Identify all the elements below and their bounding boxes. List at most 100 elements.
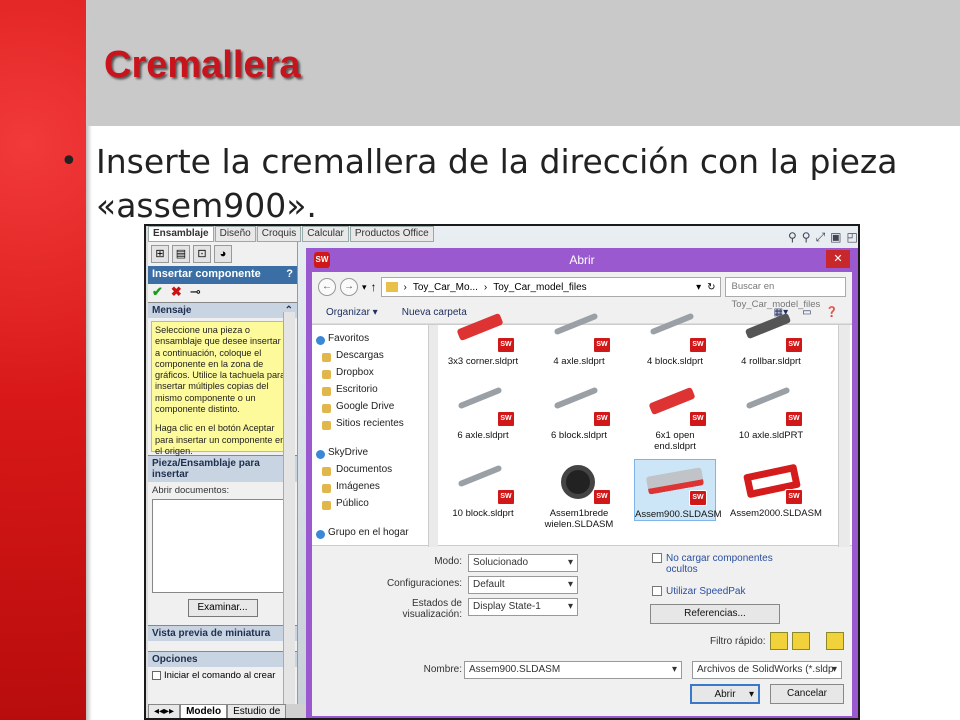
forward-icon[interactable]: → — [340, 278, 358, 296]
config-icon[interactable]: ⊡ — [193, 245, 211, 263]
red-side-bar — [0, 0, 92, 720]
file-thumbnail: SW — [451, 459, 515, 505]
assembly-icon[interactable]: ⊞ — [151, 245, 169, 263]
file-item[interactable]: SW 6 block.sldprt — [538, 381, 620, 441]
checkbox-icon[interactable] — [152, 671, 161, 680]
part-section-label: Pieza/Ensamblaje para insertar — [152, 458, 260, 480]
tree-item[interactable]: Público — [312, 498, 438, 515]
file-item[interactable]: SW 4 axle.sldprt — [538, 307, 620, 367]
file-item[interactable]: SW 6x1 open end.sldprt — [634, 381, 716, 452]
mode-select[interactable]: Solucionado — [468, 554, 578, 572]
file-item[interactable]: SW 10 block.sldprt — [442, 459, 524, 519]
up-icon[interactable]: ↑ — [371, 280, 377, 294]
file-item[interactable]: SW Assem1brede wielen.SLDASM — [538, 459, 620, 530]
close-button[interactable]: ✕ — [826, 250, 850, 268]
file-item[interactable]: SW 4 block.sldprt — [634, 307, 716, 367]
refresh-icon[interactable]: ↻ — [707, 282, 715, 293]
config-select[interactable]: Default — [468, 576, 578, 594]
filter-parts-icon[interactable] — [769, 632, 788, 650]
tree-item[interactable]: Google Drive — [312, 401, 438, 418]
file-item[interactable]: SW 10 axle.sldPRT — [730, 381, 812, 441]
tree-item[interactable]: Descargas — [312, 350, 438, 367]
hidden-components-checkbox[interactable]: No cargar componentes ocultos — [652, 553, 792, 575]
tab-modelo[interactable]: Modelo — [180, 704, 228, 718]
start-command-label: Iniciar el comando al crear — [164, 670, 276, 681]
dialog-titlebar: SW Abrir ✕ — [312, 248, 852, 272]
address-dropdown-icon[interactable]: ▾ — [696, 282, 701, 293]
filter-assemblies-icon[interactable] — [791, 632, 810, 650]
nav-arrows-icon[interactable]: ◂◂▸▸ — [148, 704, 181, 718]
tree-item[interactable]: Sitios recientes — [312, 418, 438, 435]
files-scrollbar[interactable] — [838, 325, 850, 547]
part-preview — [457, 386, 503, 410]
properties-icon[interactable]: ▤ — [172, 245, 190, 263]
open-label: Abrir — [714, 689, 736, 700]
open-dropdown-icon[interactable]: ▾ — [749, 686, 754, 704]
start-command-checkbox[interactable]: Iniciar el comando al crear — [148, 667, 297, 684]
file-name: 4 rollbar.sldprt — [741, 356, 801, 367]
tree-item[interactable]: Imágenes — [312, 481, 438, 498]
ok-check-icon[interactable]: ✔ — [152, 284, 163, 302]
solidworks-badge-icon: SW — [689, 411, 707, 427]
tree-item[interactable]: Escritorio — [312, 384, 438, 401]
breadcrumb-sep-icon: › — [403, 281, 407, 293]
cancel-x-icon[interactable]: ✖ — [171, 284, 182, 302]
checkbox-icon[interactable] — [652, 586, 662, 596]
search-input[interactable]: Buscar en Toy_Car_model_files — [724, 277, 846, 310]
options-section-label: Opciones — [152, 654, 198, 665]
organize-button[interactable]: Organizar ▾ — [326, 307, 378, 318]
tab-diseño[interactable]: Diseño — [214, 226, 256, 242]
filetype-select[interactable]: Archivos de SolidWorks (*.sldp — [692, 661, 842, 679]
tab-ensamblaje[interactable]: Ensamblaje — [148, 226, 214, 242]
part-preview — [649, 312, 695, 336]
cancel-button[interactable]: Cancelar — [770, 684, 844, 704]
help-icon[interactable]: ❓ — [826, 307, 838, 318]
pushpin-icon[interactable]: ⊸ — [190, 284, 201, 302]
tree-item[interactable]: Grupo en el hogar — [312, 527, 438, 544]
options-section-header[interactable]: Opciones ⌃ — [148, 651, 297, 667]
hidden-components-label: No cargar componentes ocultos — [666, 553, 773, 575]
tree-item[interactable]: Dropbox — [312, 367, 438, 384]
tree-item[interactable]: Favoritos — [312, 333, 438, 350]
part-section-header[interactable]: Pieza/Ensamblaje para insertar ⌃ — [148, 455, 297, 482]
display-state-select[interactable]: Display State-1 — [468, 598, 578, 616]
tab-croquis[interactable]: Croquis — [256, 226, 302, 242]
tree-scrollbar[interactable] — [428, 325, 438, 547]
thumb-section-header[interactable]: Vista previa de miniatura ⌄ — [148, 625, 297, 641]
breadcrumb-item[interactable]: Toy_Car_model_files — [493, 282, 586, 293]
file-item[interactable]: SW 3x3 corner.sldprt — [442, 307, 524, 367]
address-bar[interactable]: › Toy_Car_Mo... › Toy_Car_model_files ▾ … — [380, 277, 721, 297]
browse-button[interactable]: Examinar... — [187, 599, 258, 617]
help-icon[interactable]: ? — [286, 268, 293, 282]
back-icon[interactable]: ← — [318, 278, 336, 296]
part-preview — [553, 312, 599, 336]
tree-item[interactable]: SkyDrive — [312, 447, 438, 464]
tab-estudio[interactable]: Estudio de — [227, 704, 287, 718]
file-name: 10 axle.sldPRT — [738, 430, 804, 441]
tree-item[interactable]: Documentos — [312, 464, 438, 481]
speedpak-checkbox[interactable]: Utilizar SpeedPak — [652, 586, 792, 597]
checkbox-icon[interactable] — [652, 553, 662, 563]
view-toolbar[interactable]: ⚲⚲⤢▣◰◐◯ — [788, 230, 858, 245]
file-item[interactable]: SW Assem900.SLDASM — [634, 459, 722, 521]
filename-input[interactable]: Assem900.SLDASM — [464, 661, 682, 679]
file-thumbnail: SW — [547, 381, 611, 427]
history-dropdown-icon[interactable]: ▾ — [362, 282, 367, 293]
breadcrumb-item[interactable]: Toy_Car_Mo... — [413, 282, 478, 293]
references-button[interactable]: Referencias... — [650, 604, 780, 624]
file-thumbnail: SW — [643, 381, 707, 427]
bullet-dot-icon: • — [60, 144, 78, 179]
tab-calcular[interactable]: Calcular — [302, 226, 349, 242]
filter-all-icon[interactable] — [825, 632, 844, 650]
file-item[interactable]: SW 6 axle.sldprt — [442, 381, 524, 441]
open-docs-list[interactable] — [152, 499, 293, 593]
solidworks-badge-icon: SW — [785, 411, 803, 427]
open-button[interactable]: Abrir ▾ — [690, 684, 760, 704]
tab-productos-office[interactable]: Productos Office — [349, 226, 434, 242]
file-name: Assem900.SLDASM — [635, 509, 722, 520]
display-icon[interactable]: ◕ — [214, 245, 232, 263]
file-item[interactable]: SW 4 rollbar.sldprt — [730, 307, 812, 367]
message-section-header[interactable]: Mensaje ⌃ — [148, 302, 297, 318]
file-item[interactable]: SW Assem2000.SLDASM — [730, 459, 822, 519]
pm-scrollbar[interactable] — [283, 312, 295, 704]
